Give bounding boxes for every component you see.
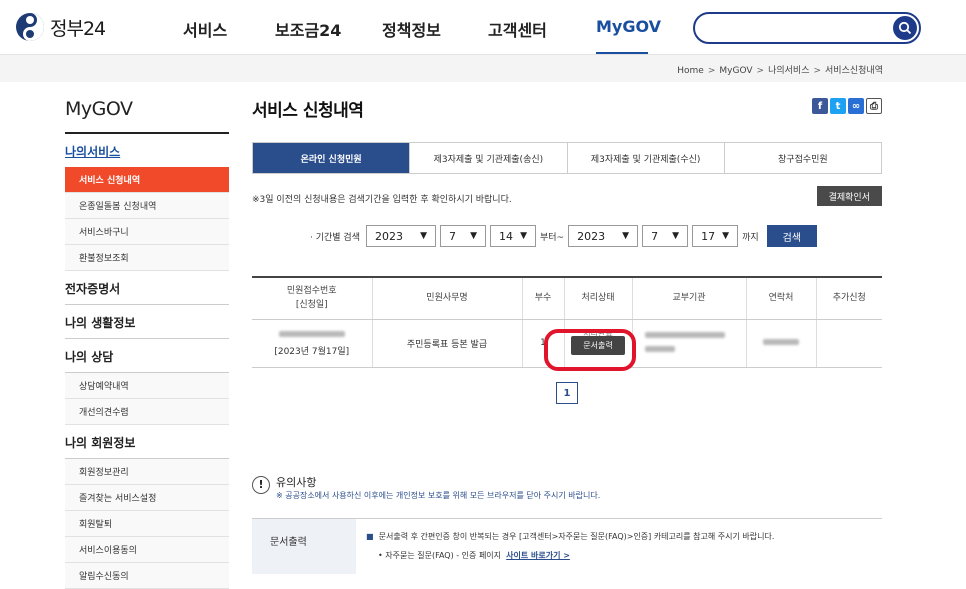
- nav-services[interactable]: 서비스: [183, 17, 227, 41]
- sidebar-item-favorite-services[interactable]: 즐겨찾는 서비스설정: [65, 485, 229, 511]
- sidebar-item-service-consent[interactable]: 서비스이용동의: [65, 537, 229, 563]
- sidebar-item-withdraw[interactable]: 회원탈퇴: [65, 511, 229, 537]
- page-title: 서비스 신청내역: [252, 101, 364, 121]
- site-logo[interactable]: 정부24: [15, 12, 106, 42]
- sidebar-item-service-applications[interactable]: 서비스 신청내역: [65, 167, 229, 193]
- to-day-select[interactable]: 17 ▼: [692, 225, 739, 247]
- redacted-receipt-number: [278, 330, 345, 337]
- share-tools: f t ∞ ⎙: [812, 98, 882, 114]
- faq-site-link[interactable]: 사이트 바로가기 >: [506, 551, 570, 560]
- tab-online-applications[interactable]: 온라인 신청민원: [253, 143, 410, 173]
- to-month-select[interactable]: 7 ▼: [642, 225, 689, 247]
- sidebar-item-refund-info[interactable]: 환불정보조회: [65, 245, 229, 271]
- nav-mygov[interactable]: MyGOV: [596, 17, 661, 36]
- pagination-page-1[interactable]: 1: [556, 382, 578, 404]
- col-copies: 부수: [521, 277, 564, 320]
- sidebar-section-consult[interactable]: 나의 상담: [65, 339, 229, 373]
- col-contact: 연락처: [745, 277, 816, 320]
- col-additional: 추가신청: [815, 277, 882, 320]
- tab-third-party-send[interactable]: 제3자제출 및 기관제출(송신): [409, 143, 567, 173]
- period-search-button[interactable]: 검색: [766, 225, 818, 247]
- search-period-note: ※3일 이전의 신청내용은 검색기간을 입력한 후 확인하시기 바랍니다.: [252, 195, 512, 205]
- from-day-select[interactable]: 14 ▼: [489, 225, 536, 247]
- tab-counter-applications[interactable]: 창구접수민원: [723, 143, 881, 173]
- main-content: 서비스 신청내역 f t ∞ ⎙ 온라인 신청민원 제3자제출 및 기관제출(송…: [252, 96, 882, 574]
- link-icon[interactable]: ∞: [848, 98, 864, 114]
- sidebar-item-consult-reservation[interactable]: 상담예약내역: [65, 373, 229, 399]
- applications-table: 민원접수번호 [신청일] 민원사무명 부수 처리상태 교부기관 연락처 추가신청…: [252, 276, 882, 368]
- sidebar-section-e-certificate[interactable]: 전자증명서: [65, 271, 229, 305]
- redacted-contact: [763, 339, 799, 345]
- col-service-name: 민원사무명: [371, 277, 522, 320]
- sidebar-item-member-manage[interactable]: 회원정보관리: [65, 459, 229, 485]
- period-search: · 기간별 검색 2023 ▼ 7 ▼ 14 ▼ 부터~ 2023 ▼ 7 ▼ 17 ▼ 까…: [252, 216, 882, 256]
- exclamation-icon: !: [252, 476, 270, 494]
- document-print-button[interactable]: 문서출력: [571, 335, 625, 355]
- notice-text: ※ 공공장소에서 사용하신 이후에는 개인정보 보호를 위해 모든 브라우저를 …: [276, 491, 601, 500]
- sidebar-section-my-services[interactable]: 나의서비스: [65, 134, 229, 167]
- notice-heading: 유의사항: [276, 476, 317, 489]
- sidebar-item-service-basket[interactable]: 서비스바구니: [65, 219, 229, 245]
- from-suffix: 부터~: [539, 232, 565, 243]
- period-label: · 기간별 검색: [310, 232, 360, 243]
- nav-subsidy24[interactable]: 보조금24: [275, 17, 341, 41]
- sidebar-item-notification-consent[interactable]: 알림수신동의: [65, 563, 229, 589]
- search-icon: [898, 21, 912, 35]
- search-box: [693, 12, 921, 44]
- breadcrumb-bar: Home > MyGOV > 나의서비스 > 서비스신청내역: [0, 54, 966, 82]
- search-input[interactable]: [707, 14, 887, 42]
- from-year-select[interactable]: 2023 ▼: [365, 225, 436, 247]
- sidebar-item-improvement-opinion[interactable]: 개선의견수렴: [65, 399, 229, 425]
- nav-policy[interactable]: 정책정보: [382, 17, 441, 41]
- cell-issuing-agency: [631, 319, 746, 368]
- status-text: 처리완료: [583, 328, 613, 336]
- sidebar-section-member-info[interactable]: 나의 회원정보: [65, 425, 229, 459]
- to-year-select[interactable]: 2023 ▼: [568, 225, 639, 247]
- cell-additional: [815, 319, 882, 368]
- print-icon[interactable]: ⎙: [866, 98, 882, 114]
- from-month-select[interactable]: 7 ▼: [439, 225, 486, 247]
- cell-receipt-number[interactable]: [2023년 7월17일]: [252, 319, 372, 368]
- redacted-agency-2: [644, 346, 675, 352]
- cell-copies: 1: [521, 319, 564, 368]
- facebook-icon[interactable]: f: [812, 98, 828, 114]
- sidebar-title: MyGOV: [65, 98, 229, 134]
- bullet-square-icon: ■: [366, 532, 374, 541]
- twitter-icon[interactable]: t: [830, 98, 846, 114]
- col-status: 처리상태: [563, 277, 632, 320]
- sidebar-item-allday-care[interactable]: 온종일돌봄 신청내역: [65, 193, 229, 219]
- print-info-box: 문서출력 ■ 문서출력 후 간편인증 창이 반복되는 경우 [고객센터>자주묻는…: [252, 518, 882, 574]
- cell-date: [2023년 7월17일]: [274, 346, 350, 357]
- breadcrumb-current: 서비스신청내역: [825, 66, 883, 76]
- to-suffix: 까지: [742, 232, 759, 243]
- payment-confirmation-button[interactable]: 결제확인서: [816, 186, 882, 206]
- info-line-2: • 자주묻는 질문(FAQ) - 인증 페이지 사이트 바로가기 >: [378, 551, 570, 560]
- tab-third-party-receive[interactable]: 제3자제출 및 기관제출(수신): [566, 143, 724, 173]
- breadcrumb-my-services[interactable]: 나의서비스: [768, 66, 809, 76]
- nav-customer-center[interactable]: 고객센터: [488, 17, 547, 41]
- breadcrumb-mygov[interactable]: MyGOV: [719, 66, 752, 76]
- sidebar: MyGOV 나의서비스 서비스 신청내역 온종일돌봄 신청내역 서비스바구니 환…: [65, 98, 229, 589]
- breadcrumb: Home > MyGOV > 나의서비스 > 서비스신청내역: [677, 66, 883, 76]
- breadcrumb-home[interactable]: Home: [677, 66, 704, 76]
- table-row: [2023년 7월17일] 주민등록표 등본 발급 1 처리완료 문서출력: [252, 319, 882, 368]
- header: 정부24 서비스 보조금24 정책정보 고객센터 MyGOV: [0, 0, 966, 55]
- info-value: ■ 문서출력 후 간편인증 창이 반복되는 경우 [고객센터>자주묻는 질문(F…: [356, 519, 882, 574]
- cell-status: 처리완료 문서출력: [563, 319, 632, 368]
- info-line-1: ■ 문서출력 후 간편인증 창이 반복되는 경우 [고객센터>자주묻는 질문(F…: [366, 532, 775, 541]
- application-tabs: 온라인 신청민원 제3자제출 및 기관제출(송신) 제3자제출 및 기관제출(수…: [252, 142, 882, 174]
- col-receipt-number: 민원접수번호 [신청일]: [252, 277, 372, 320]
- info-key: 문서출력: [252, 519, 356, 574]
- redacted-agency: [644, 332, 725, 338]
- taegeuk-logo-icon: [16, 13, 44, 41]
- sidebar-section-life-info[interactable]: 나의 생활정보: [65, 305, 229, 339]
- search-button[interactable]: [893, 16, 917, 40]
- logo-text: 정부24: [50, 17, 106, 40]
- cell-service-name: 주민등록표 등본 발급: [371, 319, 522, 368]
- cell-contact: [745, 319, 816, 368]
- col-issuing-agency: 교부기관: [631, 277, 746, 320]
